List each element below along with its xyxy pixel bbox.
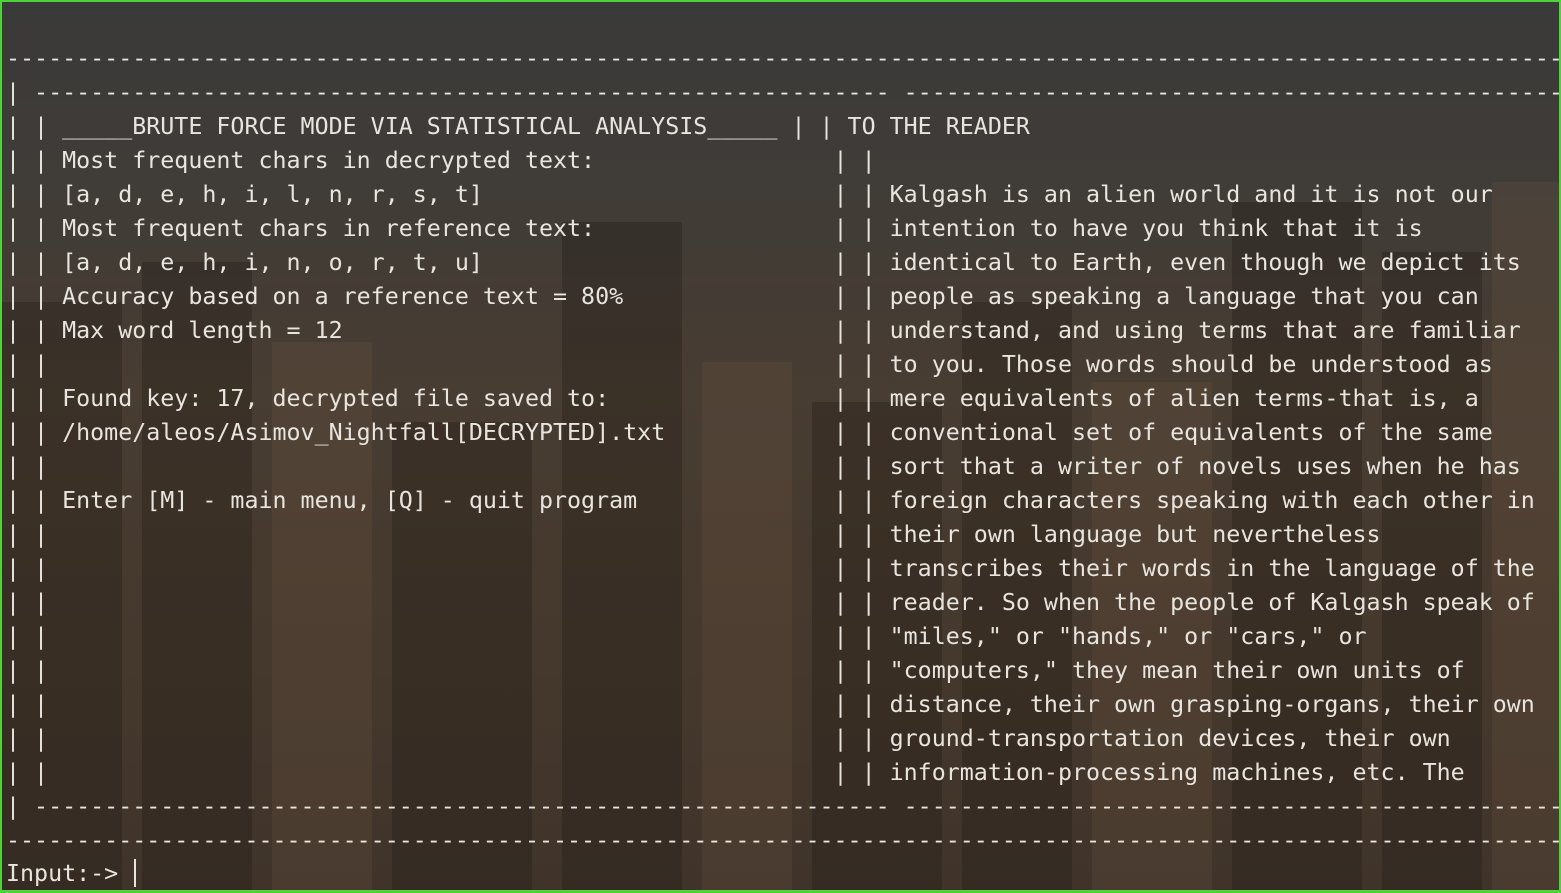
input-prompt: Input:-> — [6, 860, 133, 887]
terminal-line: | | [a, d, e, h, i, l, n, r, s, t] | | K… — [6, 181, 1561, 208]
terminal-line: ----------------------------------------… — [6, 45, 1561, 72]
terminal-line: | | /home/aleos/Asimov_Nightfall[DECRYPT… — [6, 419, 1561, 446]
terminal-line: | | Most frequent chars in reference tex… — [6, 215, 1561, 242]
terminal-line: | | | | "computers," they mean their own… — [6, 657, 1561, 684]
text-cursor[interactable] — [134, 859, 137, 887]
terminal-line: | | Max word length = 12 | | understand,… — [6, 317, 1561, 344]
terminal-line: | | Accuracy based on a reference text =… — [6, 283, 1561, 310]
terminal-line: | | Found key: 17, decrypted file saved … — [6, 385, 1561, 412]
terminal-line: | | | | transcribes their words in the l… — [6, 555, 1561, 582]
terminal-line: | | | | information-processing machines,… — [6, 759, 1561, 786]
terminal-line: | --------------------------------------… — [6, 79, 1561, 106]
terminal-line: | | | | distance, their own grasping-org… — [6, 691, 1561, 718]
input-prompt-row[interactable]: Input:-> — [6, 857, 137, 890]
terminal-output: ----------------------------------------… — [6, 42, 1561, 858]
terminal-line: | | | | sort that a writer of novels use… — [6, 453, 1561, 480]
terminal-line: | | [a, d, e, h, i, n, o, r, t, u] | | i… — [6, 249, 1561, 276]
terminal-line: | | _____BRUTE FORCE MODE VIA STATISTICA… — [6, 113, 1561, 140]
terminal-line: | | | | to you. Those words should be un… — [6, 351, 1561, 378]
terminal-line: | | | | ground-transportation devices, t… — [6, 725, 1561, 752]
terminal-line: | --------------------------------------… — [6, 793, 1561, 820]
terminal-line: | | | | "miles," or "hands," or "cars," … — [6, 623, 1561, 650]
terminal-line: | | | | reader. So when the people of Ka… — [6, 589, 1561, 616]
terminal-line: | | Enter [M] - main menu, [Q] - quit pr… — [6, 487, 1561, 514]
terminal-window: ----------------------------------------… — [0, 0, 1561, 893]
terminal-line: ----------------------------------------… — [6, 827, 1561, 854]
terminal-line: | | Most frequent chars in decrypted tex… — [6, 147, 1561, 174]
terminal-line: | | | | their own language but neverthel… — [6, 521, 1561, 548]
